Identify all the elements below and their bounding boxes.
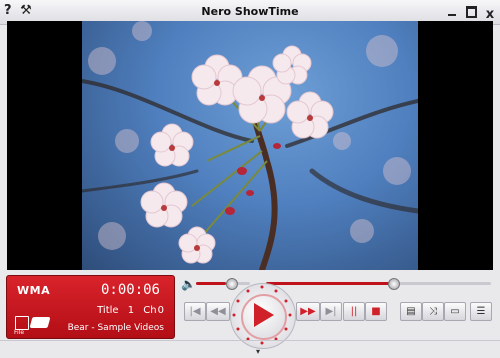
- previous-chapter-button[interactable]: |◀: [184, 302, 206, 321]
- playlist-button[interactable]: ☰: [470, 302, 492, 321]
- file-label: File: [14, 329, 25, 336]
- title-label: Title: [97, 305, 119, 316]
- window-controls: x: [444, 3, 496, 22]
- seek-slider[interactable]: [266, 282, 491, 285]
- volume-level-fill: [196, 282, 226, 285]
- bottom-divider: [0, 340, 500, 341]
- elapsed-time: 0:00:06: [100, 282, 160, 298]
- pause-button[interactable]: ||: [343, 302, 365, 321]
- stop-button[interactable]: ■: [365, 302, 387, 321]
- source-name: Bear - Sample Videos: [67, 323, 164, 333]
- file-icon[interactable]: [15, 316, 29, 330]
- next-chapter-button[interactable]: ▶|: [320, 302, 342, 321]
- speaker-icon[interactable]: 🔈: [181, 277, 196, 291]
- cherry-blossom-image: [82, 21, 418, 270]
- chapter-number: 0: [157, 305, 164, 316]
- disc-tray-icon[interactable]: [29, 317, 51, 328]
- info-display-panel: WMA 0:00:06 Title 1 Ch0 Bear - Sample Vi…: [6, 275, 175, 339]
- fast-forward-button[interactable]: ▶▶: [296, 302, 320, 321]
- folder-button[interactable]: ▭: [444, 302, 466, 321]
- shuffle-button[interactable]: ⤨: [422, 302, 444, 321]
- video-frame-cherry-blossom: [82, 21, 418, 270]
- expand-chevron-icon[interactable]: ▾: [256, 347, 260, 356]
- minimize-icon[interactable]: [446, 4, 458, 18]
- media-format: WMA: [17, 284, 51, 297]
- title-number: 1: [127, 305, 135, 316]
- window-title: Nero ShowTime: [201, 5, 299, 18]
- video-area[interactable]: [7, 21, 493, 270]
- maximize-icon[interactable]: [465, 4, 477, 18]
- seek-slider-knob[interactable]: [388, 278, 400, 290]
- menu-button[interactable]: ▤: [400, 302, 422, 321]
- close-icon[interactable]: x: [484, 8, 496, 22]
- rewind-button[interactable]: ◀◀: [206, 302, 230, 321]
- title-chapter-readout: Title 1 Ch0: [91, 305, 164, 316]
- chapter-label: Ch: [143, 305, 157, 316]
- play-icon: [254, 303, 274, 327]
